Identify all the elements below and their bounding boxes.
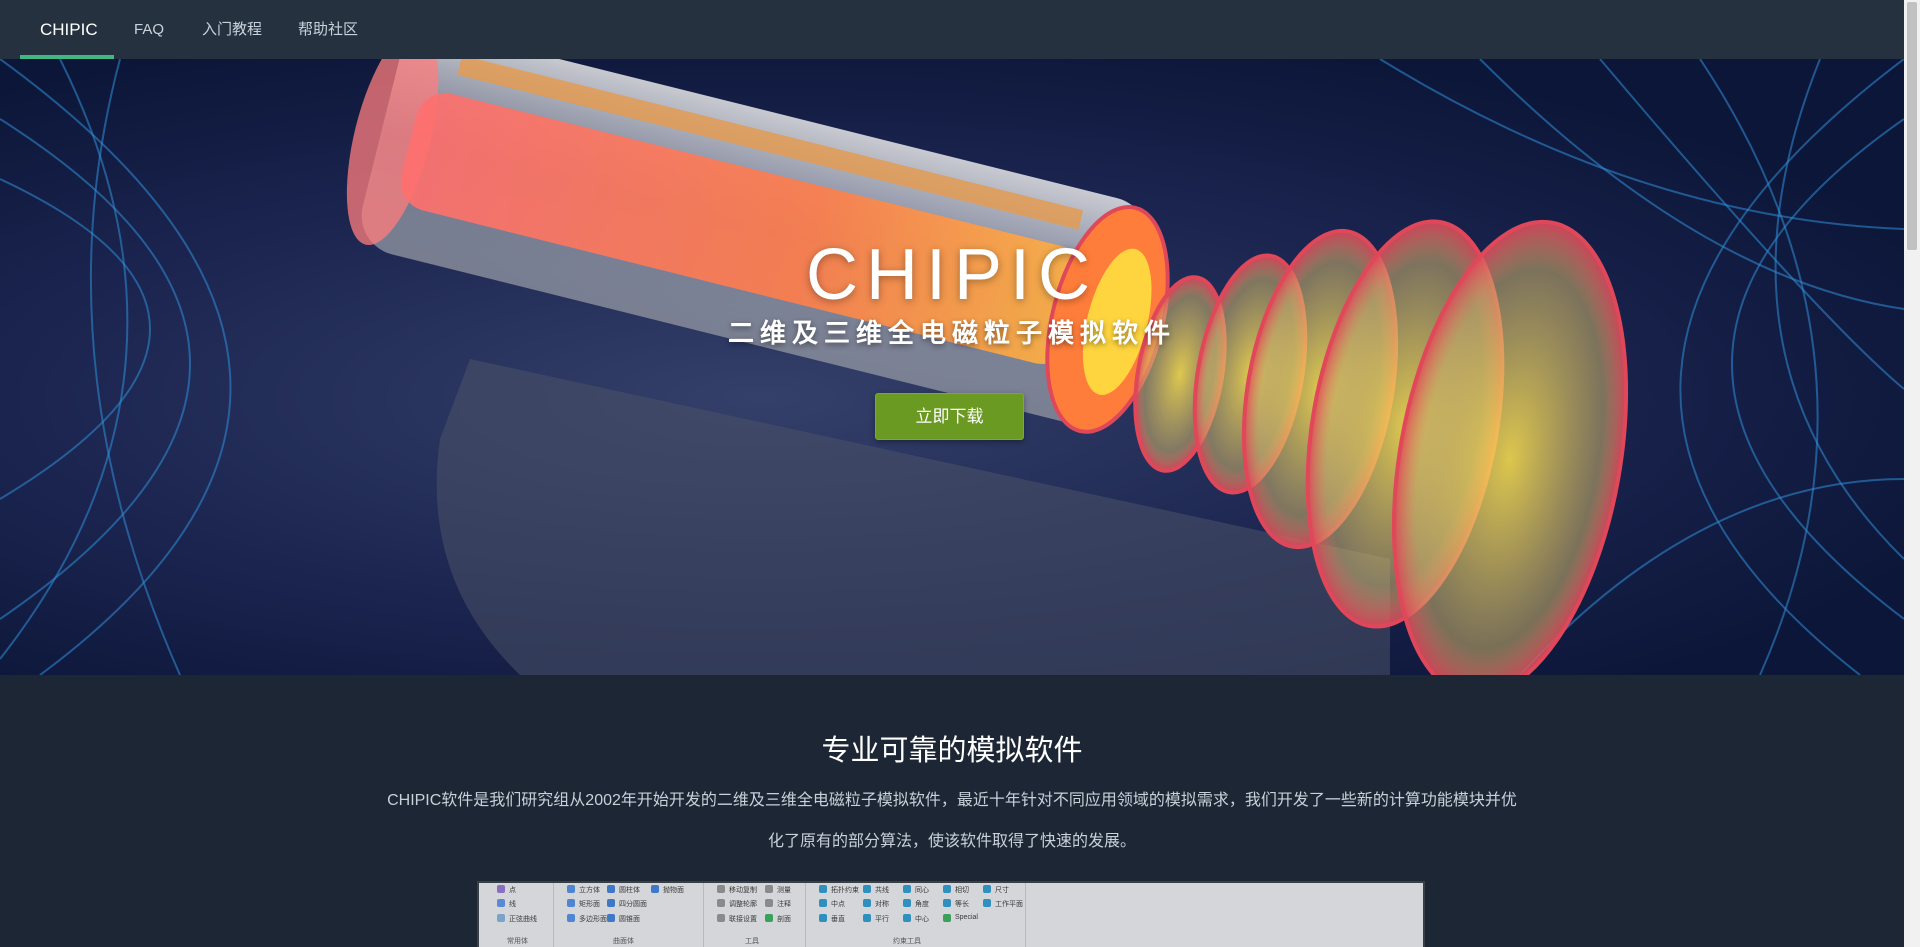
annotation-icon: [765, 899, 773, 907]
ribbon-label: 共线: [875, 887, 889, 894]
ribbon-label: 点: [509, 887, 516, 894]
top-nav: CHIPIC FAQ 入门教程 帮助社区: [0, 0, 1904, 59]
quarter-circle-icon: [607, 899, 615, 907]
ribbon-label: 联接设置: [729, 916, 757, 923]
special-icon: [943, 914, 951, 922]
ribbon-label: 移动复制: [729, 887, 757, 894]
paraboloid-icon: [651, 885, 659, 893]
measure-icon: [765, 885, 773, 893]
nav-item-chipic[interactable]: CHIPIC: [40, 0, 98, 59]
hero-title: CHIPIC: [805, 235, 1099, 315]
nav-item-tutorial[interactable]: 入门教程: [202, 0, 262, 59]
point-icon: [497, 885, 505, 893]
parallel-icon: [863, 914, 871, 922]
ribbon-label: 正弦曲线: [509, 916, 537, 923]
cylinder-icon: [607, 885, 615, 893]
ribbon-label: 等长: [955, 901, 969, 908]
ribbon-label: 工作平面: [995, 901, 1023, 908]
ribbon-label: 立方体: [579, 887, 600, 894]
ribbon-label: 中点: [831, 901, 845, 908]
ribbon-group-constraints: 拓扑约束 中点 垂直 共线 对称 平行 同心 角度 中心 相切 等长 尺寸 Sp…: [805, 883, 1026, 947]
ribbon-label: 垂直: [831, 916, 845, 923]
center-icon: [903, 914, 911, 922]
ribbon-label: 中心: [915, 916, 929, 923]
sine-curve-icon: [497, 914, 505, 922]
ribbon-label: 对称: [875, 901, 889, 908]
adjust-contour-icon: [717, 899, 725, 907]
rectangle-icon: [567, 899, 575, 907]
ribbon-label: 圆柱体: [619, 887, 640, 894]
perpendicular-icon: [819, 914, 827, 922]
ribbon-caption: 工具: [745, 938, 759, 945]
move-copy-icon: [717, 885, 725, 893]
concentric-icon: [903, 885, 911, 893]
dimension-icon: [983, 885, 991, 893]
ribbon-label: 四分圆面: [619, 901, 647, 908]
work-plane-icon: [983, 899, 991, 907]
hero-subtitle: 二维及三维全电磁粒子模拟软件: [727, 318, 1176, 348]
cone-icon: [607, 914, 615, 922]
ribbon-label: 圆锥面: [619, 916, 640, 923]
ribbon-label: 矩形面: [579, 901, 600, 908]
cube-icon: [567, 885, 575, 893]
ribbon-label: 抛物面: [663, 887, 684, 894]
nav-item-community[interactable]: 帮助社区: [298, 0, 358, 59]
tangent-icon: [943, 885, 951, 893]
download-button[interactable]: 立即下载: [875, 393, 1024, 440]
ribbon-caption: 曲面体: [613, 938, 634, 945]
ribbon-label: 角度: [915, 901, 929, 908]
ribbon-label: 拓扑约束: [831, 887, 859, 894]
link-settings-icon: [717, 914, 725, 922]
ribbon-toolbar: 点 线 正弦曲线 常用体 立方体 矩形面 多边形面 圆柱体 四分圆面 抛物面 圆…: [479, 883, 1423, 947]
topology-icon: [819, 885, 827, 893]
polygon-icon: [567, 914, 575, 922]
section-icon: [765, 914, 773, 922]
midpoint-icon: [819, 899, 827, 907]
software-screenshot-preview: 点 线 正弦曲线 常用体 立方体 矩形面 多边形面 圆柱体 四分圆面 抛物面 圆…: [477, 881, 1425, 947]
nav-item-faq[interactable]: FAQ: [134, 0, 164, 59]
ribbon-label: 多边形面: [579, 916, 607, 923]
scrollbar-thumb[interactable]: [1907, 2, 1917, 250]
line-icon: [497, 899, 505, 907]
ribbon-label: 注释: [777, 901, 791, 908]
ribbon-group-basic: 点 线 正弦曲线 常用体: [479, 883, 554, 947]
hero-illustration: [0, 59, 1904, 675]
page-scrollbar[interactable]: [1904, 0, 1920, 947]
ribbon-label: 同心: [915, 887, 929, 894]
symmetric-icon: [863, 899, 871, 907]
ribbon-label: 调整轮廓: [729, 901, 757, 908]
hero-banner: CHIPIC 二维及三维全电磁粒子模拟软件 立即下载: [0, 59, 1904, 675]
section-description: CHIPIC软件是我们研究组从2002年开始开发的二维及三维全电磁粒子模拟软件，…: [387, 792, 1517, 850]
ribbon-label: 相切: [955, 887, 969, 894]
collinear-icon: [863, 885, 871, 893]
equal-length-icon: [943, 899, 951, 907]
ribbon-label: 尺寸: [995, 887, 1009, 894]
ribbon-label: Special: [955, 914, 978, 921]
ribbon-label: 线: [509, 901, 516, 908]
ribbon-group-tools: 移动复制 调整轮廓 联接设置 测量 注释 剖面 工具: [703, 883, 806, 947]
ribbon-caption: 约束工具: [893, 938, 921, 945]
section-title: 专业可靠的模拟软件: [821, 735, 1083, 767]
ribbon-caption: 常用体: [507, 938, 528, 945]
ribbon-label: 剖面: [777, 916, 791, 923]
ribbon-group-surfaces: 立方体 矩形面 多边形面 圆柱体 四分圆面 抛物面 圆锥面 曲面体: [553, 883, 704, 947]
ribbon-label: 平行: [875, 916, 889, 923]
ribbon-label: 测量: [777, 887, 791, 894]
angle-icon: [903, 899, 911, 907]
